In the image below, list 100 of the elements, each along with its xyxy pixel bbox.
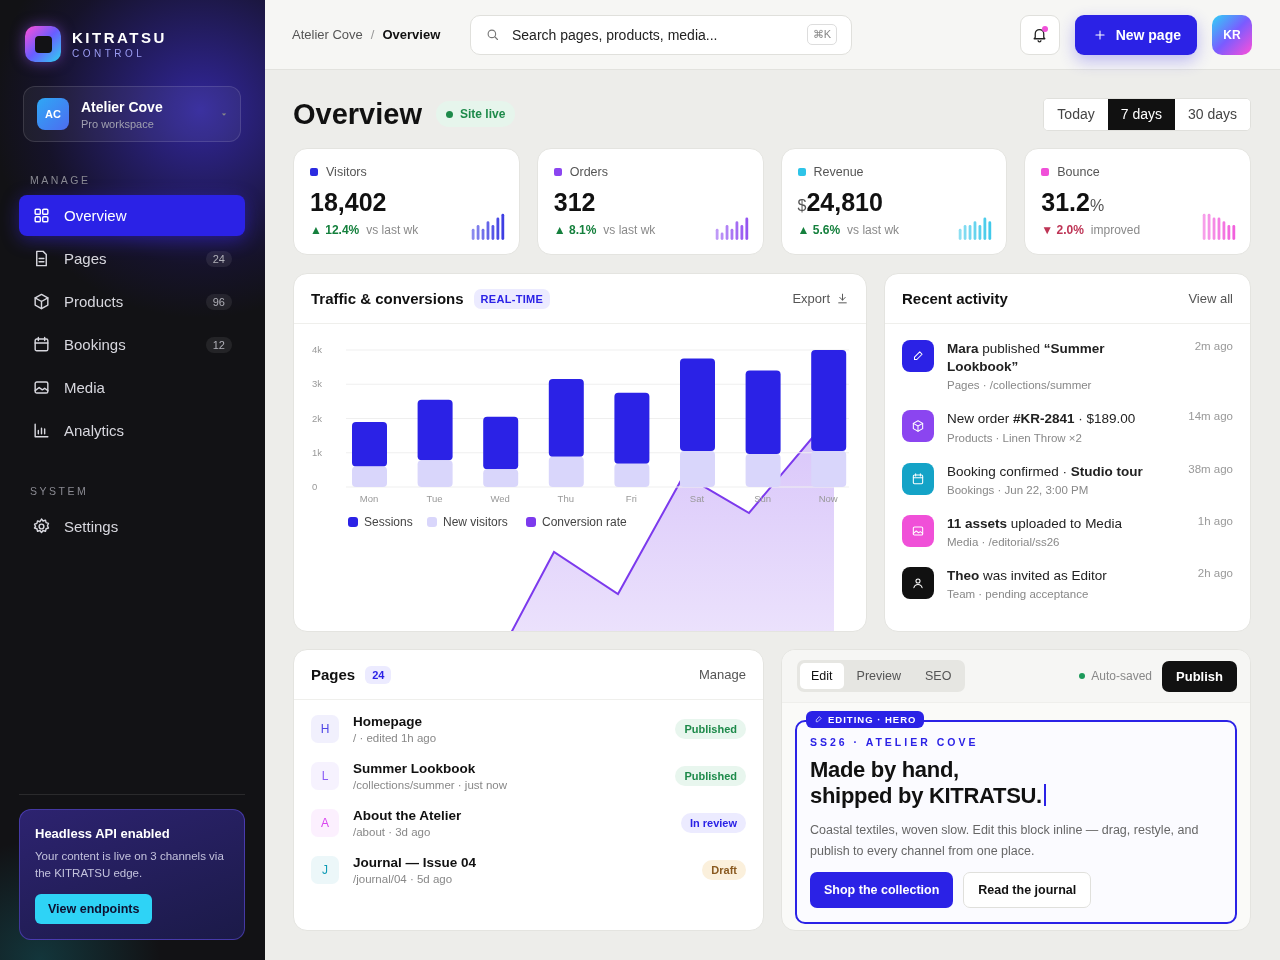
status-pill: Published [675, 766, 746, 786]
stat-label: Orders [569, 165, 608, 179]
editor-tab[interactable]: Edit [800, 663, 844, 689]
editor-tab[interactable]: Preview [845, 663, 912, 689]
publish-button[interactable]: Publish [1162, 660, 1237, 692]
section-heading: MANAGE [30, 174, 92, 186]
chart-icon [32, 421, 51, 440]
page-meta: /collections/summer · just now [353, 779, 509, 791]
gear-icon [32, 517, 51, 536]
nav-item[interactable]: Bookings 12 [19, 324, 245, 365]
view-endpoints-button[interactable]: View endpoints [35, 894, 153, 924]
axis-label: Sat [689, 493, 705, 504]
box-icon [32, 292, 51, 311]
stat-value: 18,402 [310, 188, 388, 217]
nav-item[interactable]: Analytics [19, 410, 245, 451]
breadcrumb-link[interactable]: Atelier Cove [292, 27, 363, 42]
image-icon [32, 378, 51, 397]
download-icon [836, 292, 849, 305]
nav-item[interactable]: Products 96 [19, 281, 245, 322]
count-badge: 24 [365, 665, 392, 684]
stat-value: 312 [553, 188, 597, 217]
stat-note: vs last wk [603, 223, 656, 237]
breadcrumb-current: Overview [382, 27, 441, 42]
manage-link[interactable]: Manage [699, 667, 746, 682]
stat-label: Visitors [326, 165, 367, 179]
calendar-icon [911, 471, 925, 486]
search-bar[interactable]: Search pages, products, media... ⌘K [470, 14, 852, 55]
status-pill: In review [680, 813, 746, 833]
text-cursor [1043, 784, 1046, 807]
search-field[interactable]: Search pages, products, media... [510, 25, 797, 44]
stat-label: Bounce [1057, 165, 1100, 179]
page-row[interactable]: A About the Atelier /about · 3d ago In review [311, 808, 746, 838]
axis-label: Wed [490, 493, 510, 504]
brand-name: KITRATSU [72, 29, 167, 46]
user-icon [911, 576, 925, 591]
axis-label: Now [818, 493, 838, 504]
activity-text: Booking confirmed · Studio tour [947, 462, 1144, 481]
nav-item[interactable]: Media [19, 367, 245, 408]
page-title-text: Journal — Issue 04 [353, 855, 478, 870]
save-status: Auto-saved [1079, 669, 1153, 683]
new-page-button[interactable]: New page [1074, 14, 1197, 55]
shop-button[interactable]: Shop the collection [810, 872, 954, 909]
hero-text: Coastal textiles, woven slow. Edit this block inline — drag, restyle, and publish to every channel from one place. [810, 821, 1200, 861]
view-all-link[interactable]: View all [1188, 291, 1233, 306]
page-initial: L [311, 762, 339, 790]
axis-label: 1k [312, 446, 323, 458]
page-initial: H [311, 715, 339, 743]
legend-label: Sessions [364, 515, 413, 529]
eyebrow-text: SS26 · ATELIER COVE [810, 736, 980, 748]
trend-delta: ▲ 12.4% [310, 223, 360, 237]
nav-item[interactable]: Settings [19, 506, 245, 547]
axis-label: Thu [557, 493, 574, 504]
page-row[interactable]: J Journal — Issue 04 /journal/04 · 5d ago Draft [311, 855, 746, 885]
unread-dot [1041, 25, 1048, 32]
axis-label: Fri [625, 493, 637, 504]
journal-button[interactable]: Read the journal [963, 872, 1092, 909]
range-tab[interactable]: 7 days [1107, 98, 1175, 130]
brand-tagline: CONTROL [72, 48, 147, 59]
axis-label: 4k [312, 344, 323, 355]
page-row[interactable]: L Summer Lookbook /collections/summer · just now Published [311, 761, 746, 791]
activity-meta: Products · Linen Throw ×2 [947, 431, 1083, 444]
timestamp: 2m ago [1194, 340, 1233, 352]
legend-item: New visitors [427, 515, 508, 529]
stat-note: vs last wk [847, 223, 900, 237]
axis-label: 2k [312, 412, 323, 424]
activity-meta: Team · pending acceptance [947, 588, 1090, 601]
workspace-switcher[interactable]: AC Atelier Cove Pro workspace [23, 86, 241, 142]
nav-item[interactable]: Overview [19, 195, 245, 236]
hero-heading: Made by hand, shipped by KITRATSU. [810, 757, 1222, 810]
count-badge: 24 [205, 250, 232, 267]
stat-value: $24,810 [797, 188, 884, 217]
timestamp: 38m ago [1188, 462, 1233, 475]
page-row[interactable]: H Homepage / · edited 1h ago Published [311, 714, 746, 744]
stat-label: Revenue [813, 165, 864, 179]
promo-text: Your content is live on 3 channels via the KITRATSU edge. [35, 848, 225, 881]
axis-label: Tue [426, 493, 443, 504]
axis-label: 0 [312, 481, 318, 492]
activity-text: Theo was invited as Editor [947, 567, 1108, 586]
workspace-name: Atelier Cove [81, 98, 164, 115]
editor-tab[interactable]: SEO [914, 663, 963, 689]
notifications-button[interactable] [1019, 14, 1060, 55]
user-avatar[interactable]: KR [1212, 14, 1252, 55]
nav-item[interactable]: Pages 24 [19, 238, 245, 279]
status-pill: Draft [702, 860, 746, 880]
count-badge: 12 [205, 336, 232, 353]
section-heading: SYSTEM [30, 485, 90, 497]
export-button[interactable]: Export [792, 291, 849, 306]
count-badge: 96 [205, 293, 232, 310]
status-pill: Published [675, 719, 746, 739]
trend-delta: ▲ 5.6% [797, 223, 841, 237]
card-title: Traffic & conversions [311, 290, 464, 307]
card-title: Recent activity [902, 290, 1008, 307]
page-meta: / · edited 1h ago [353, 732, 438, 744]
page-meta: /about · 3d ago [353, 826, 432, 838]
axis-label: 3k [312, 378, 323, 390]
legend-item: Sessions [348, 515, 413, 529]
activity-meta: Media · /editorial/ss26 [947, 536, 1061, 549]
page-initial: J [311, 856, 339, 884]
trend-delta: ▼ 2.0% [1041, 223, 1084, 237]
card-title: Pages [311, 666, 356, 683]
